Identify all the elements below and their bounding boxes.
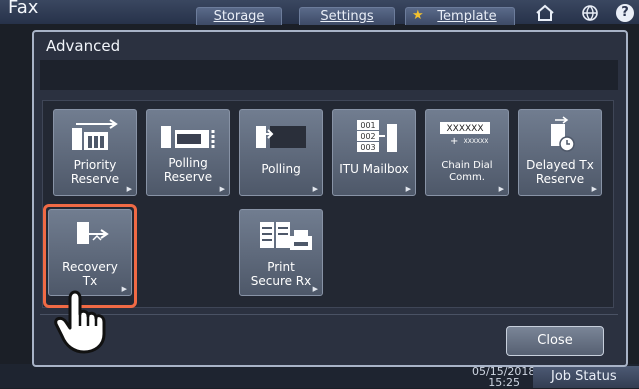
svg-text:+: +	[450, 136, 458, 147]
chain-dial-number: XXXXXX	[447, 124, 484, 134]
globe-icon[interactable]	[580, 4, 600, 22]
arrow-icon: ▶	[126, 185, 132, 193]
priority-reserve-icon	[54, 116, 136, 156]
home-icon[interactable]	[535, 4, 555, 22]
app-title: Fax	[8, 0, 39, 18]
arrow-icon: ▶	[405, 185, 411, 193]
mailbox-code-3: 003	[360, 143, 375, 152]
print-secure-rx-icon	[240, 216, 322, 256]
help-icon[interactable]: ?	[616, 4, 634, 22]
pointing-hand-icon	[50, 284, 110, 354]
delayed-tx-icon	[519, 116, 601, 156]
divider	[40, 314, 618, 315]
itu-mailbox-button[interactable]: 001 002 003 ITU Mailbox ▶	[332, 109, 416, 196]
chain-dial-label: Chain Dial Comm.	[441, 160, 493, 183]
polling-button[interactable]: Polling ▶	[239, 109, 323, 196]
top-bar: Fax Storage Settings ★ Template ?	[0, 0, 639, 25]
star-icon: ★	[412, 8, 424, 23]
close-button[interactable]: Close	[506, 326, 604, 356]
delayed-tx-reserve-button[interactable]: Delayed Tx Reserve ▶	[518, 109, 602, 196]
print-secure-rx-label: Print Secure Rx	[250, 260, 312, 288]
dialog-title: Advanced	[46, 37, 121, 55]
polling-icon	[240, 116, 322, 156]
polling-reserve-button[interactable]: Polling Reserve ▶	[146, 109, 230, 196]
arrow-icon: ▶	[312, 285, 318, 293]
mailbox-code-2: 002	[360, 132, 375, 141]
itu-mailbox-label: ITU Mailbox	[339, 162, 409, 176]
advanced-dialog: Advanced Priority Reserve ▶ Polling Reserv…	[32, 30, 628, 367]
tab-template[interactable]: ★ Template	[405, 7, 515, 25]
arrow-icon: ▶	[591, 185, 597, 193]
job-status-button[interactable]: Job Status	[533, 366, 639, 388]
chain-dial-icon: XXXXXX + XXXXXX	[426, 116, 508, 156]
arrow-icon: ▶	[219, 185, 225, 193]
priority-reserve-button[interactable]: Priority Reserve ▶	[53, 109, 137, 196]
arrow-icon: ▶	[498, 185, 504, 193]
mailbox-code-1: 001	[360, 121, 375, 130]
time-text: 15:25	[488, 376, 520, 389]
polling-reserve-label: Polling Reserve	[163, 156, 213, 184]
itu-mailbox-icon: 001 002 003	[333, 116, 415, 156]
chain-dial-button[interactable]: XXXXXX + XXXXXX Chain Dial Comm. ▶	[425, 109, 509, 196]
polling-reserve-icon	[147, 116, 229, 156]
print-secure-rx-button[interactable]: Print Secure Rx ▶	[239, 209, 323, 296]
arrow-icon: ▶	[312, 185, 318, 193]
tab-template-label: Template	[437, 9, 497, 24]
tab-settings[interactable]: Settings	[299, 7, 395, 25]
delayed-tx-label: Delayed Tx Reserve	[526, 158, 594, 186]
polling-label: Polling	[261, 162, 301, 176]
priority-reserve-label: Priority Reserve	[70, 158, 120, 186]
message-bar	[40, 60, 618, 90]
chain-dial-number-2: XXXXXX	[464, 138, 489, 145]
datetime: 05/15/2018 15:25	[472, 366, 535, 389]
tab-storage[interactable]: Storage	[196, 7, 282, 25]
